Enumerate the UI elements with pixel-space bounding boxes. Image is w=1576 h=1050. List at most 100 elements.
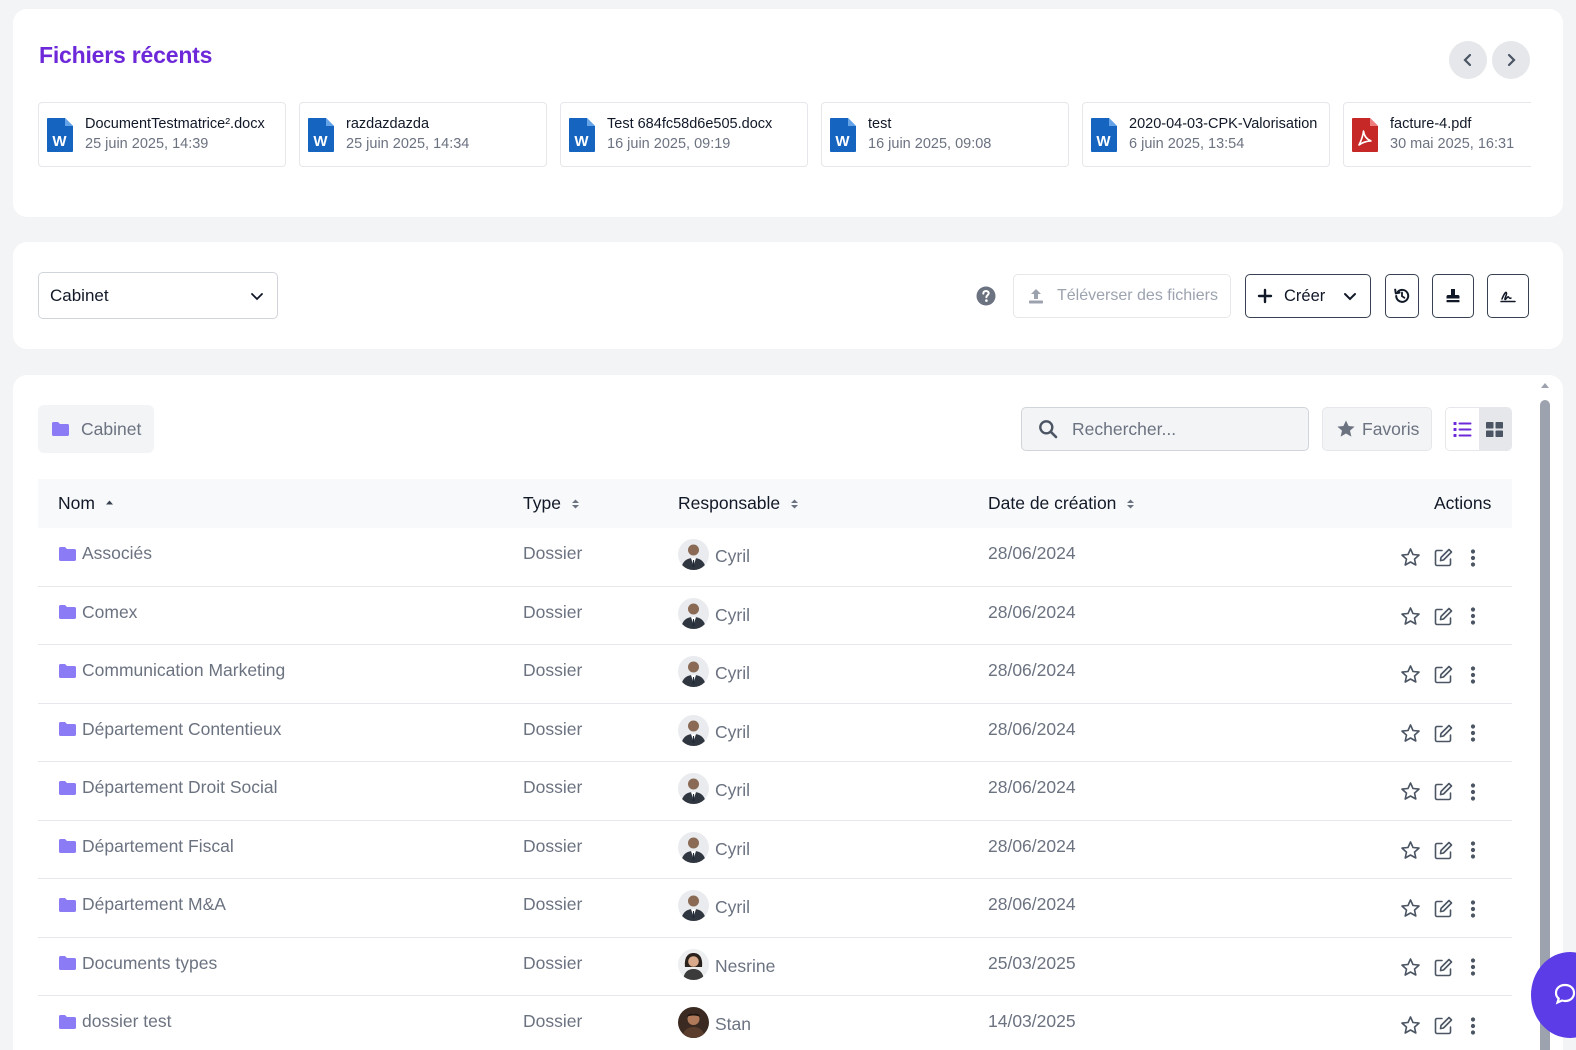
more-options-icon[interactable]: [1470, 782, 1476, 802]
upload-icon: [1029, 289, 1043, 304]
row-actions: [1400, 898, 1488, 919]
recent-file-card[interactable]: W DocumentTestmatrice².docx 25 juin 2025, …: [38, 102, 286, 167]
row-name-cell[interactable]: dossier test: [58, 1011, 171, 1032]
avatar: [678, 539, 709, 570]
edit-icon[interactable]: [1433, 606, 1454, 627]
column-header-owner[interactable]: Responsable: [678, 493, 799, 514]
scroll-up-arrow-icon[interactable]: [1540, 380, 1550, 390]
recent-file-info: DocumentTestmatrice².docx 25 juin 2025, 1…: [85, 115, 275, 154]
more-options-icon[interactable]: [1470, 723, 1476, 743]
recent-file-name: DocumentTestmatrice².docx: [85, 116, 265, 132]
recent-file-info: 2020-04-03-CPK-Valorisation 6 juin 2025, …: [1129, 115, 1319, 154]
avatar: [678, 1007, 709, 1038]
table-row[interactable]: Département Fiscal Dossier Cyril 28/06/2024: [38, 821, 1512, 879]
more-options-icon[interactable]: [1470, 840, 1476, 860]
more-options-icon[interactable]: [1470, 1016, 1476, 1036]
more-options-icon[interactable]: [1470, 665, 1476, 685]
upload-files-button[interactable]: Téléverser des fichiers: [1013, 274, 1231, 318]
star-outline-icon[interactable]: [1400, 957, 1421, 978]
documents-toolbar: Cabinet Téléverser des fichiers Créer: [13, 242, 1563, 349]
row-name: Département Contentieux: [82, 718, 282, 739]
grid-view-icon: [1486, 421, 1504, 437]
row-actions: [1400, 840, 1488, 861]
table-row[interactable]: dossier test Dossier Stan 14/03/2025: [38, 996, 1512, 1050]
edit-icon[interactable]: [1433, 781, 1454, 802]
recent-file-card[interactable]: Wtest 16 juin 2025, 09:08: [821, 102, 1069, 167]
edit-icon[interactable]: [1433, 723, 1454, 744]
column-header-type[interactable]: Type: [523, 493, 580, 514]
row-type: Dossier: [523, 952, 583, 973]
svg-text:W: W: [574, 133, 589, 150]
recent-file-card[interactable]: facture-4.pdf 30 mai 2025, 16:31: [1343, 102, 1531, 167]
row-name-cell[interactable]: Communication Marketing: [58, 660, 285, 681]
row-type: Dossier: [523, 601, 583, 622]
star-outline-icon[interactable]: [1400, 547, 1421, 568]
create-button[interactable]: Créer: [1245, 274, 1371, 318]
star-outline-icon[interactable]: [1400, 606, 1421, 627]
row-owner: Stan: [715, 1014, 751, 1034]
folder-icon: [59, 663, 76, 678]
table-row[interactable]: Département Contentieux Dossier Cyril 28/06…: [38, 704, 1512, 762]
star-outline-icon[interactable]: [1400, 898, 1421, 919]
row-name-cell[interactable]: Documents types: [58, 953, 217, 974]
edit-icon[interactable]: [1433, 664, 1454, 685]
search-box[interactable]: [1021, 407, 1309, 451]
edit-icon[interactable]: [1433, 547, 1454, 568]
table-row[interactable]: Communication Marketing Dossier Cyril 28/06…: [38, 645, 1512, 704]
row-name-cell[interactable]: Département Droit Social: [58, 777, 278, 798]
row-owner-cell: Cyril: [678, 773, 750, 804]
more-options-icon[interactable]: [1470, 899, 1476, 919]
column-header-created[interactable]: Date de création: [988, 493, 1135, 514]
recent-file-card[interactable]: W Test 684fc58d6e505.docx 16 juin 2025, 09…: [560, 102, 808, 167]
help-icon[interactable]: [976, 286, 996, 306]
row-name-cell[interactable]: Département M&A: [58, 894, 226, 915]
folder-icon: [52, 422, 69, 436]
signature-button[interactable]: [1487, 274, 1529, 318]
upload-files-label: Téléverser des fichiers: [1057, 287, 1218, 304]
favorites-button[interactable]: Favoris: [1322, 407, 1432, 451]
list-view-button[interactable]: [1446, 408, 1479, 450]
row-created: 25/03/2025: [988, 952, 1076, 973]
star-outline-icon[interactable]: [1400, 664, 1421, 685]
more-options-icon[interactable]: [1470, 548, 1476, 568]
table-row[interactable]: Associés Dossier Cyril 28/06/2024: [38, 528, 1512, 587]
table-row[interactable]: Comex Dossier Cyril 28/06/2024: [38, 587, 1512, 645]
recent-next-button[interactable]: [1492, 41, 1530, 79]
row-name-cell[interactable]: Comex: [58, 602, 137, 623]
row-name-cell[interactable]: Associés: [58, 543, 152, 564]
sort-icon: [791, 499, 799, 508]
space-select[interactable]: Cabinet: [38, 272, 278, 319]
search-input[interactable]: [1072, 418, 1292, 440]
row-actions: [1400, 781, 1488, 802]
column-header-name[interactable]: Nom: [58, 493, 114, 514]
recent-prev-button[interactable]: [1449, 41, 1487, 79]
svg-text:W: W: [835, 133, 850, 150]
more-options-icon[interactable]: [1470, 957, 1476, 977]
table-row[interactable]: Département M&A Dossier Cyril 28/06/2024: [38, 879, 1512, 938]
edit-icon[interactable]: [1433, 840, 1454, 861]
chevron-down-icon: [251, 293, 263, 301]
edit-icon[interactable]: [1433, 898, 1454, 919]
scrollbar-thumb[interactable]: [1540, 400, 1550, 1050]
table-row[interactable]: Documents types Dossier Nesrine 25/03/2025: [38, 938, 1512, 996]
row-name-cell[interactable]: Département Contentieux: [58, 719, 281, 740]
breadcrumb[interactable]: Cabinet: [38, 405, 154, 453]
recent-file-card[interactable]: W 2020-04-03-CPK-Valorisation 6 juin 2025,…: [1082, 102, 1330, 167]
recent-file-card[interactable]: Wrazdazdazda 25 juin 2025, 14:34: [299, 102, 547, 167]
word-file-icon: W: [569, 117, 595, 152]
table-row[interactable]: Département Droit Social Dossier Cyril 28/0…: [38, 762, 1512, 821]
star-outline-icon[interactable]: [1400, 781, 1421, 802]
history-button[interactable]: [1385, 274, 1419, 318]
star-outline-icon[interactable]: [1400, 723, 1421, 744]
more-options-icon[interactable]: [1470, 606, 1476, 626]
avatar: [678, 714, 709, 746]
row-name-cell[interactable]: Département Fiscal: [58, 836, 234, 857]
edit-icon[interactable]: [1433, 1015, 1454, 1036]
star-outline-icon[interactable]: [1400, 840, 1421, 861]
grid-view-button[interactable]: [1478, 408, 1511, 450]
edit-icon[interactable]: [1433, 957, 1454, 978]
star-outline-icon[interactable]: [1400, 1015, 1421, 1036]
vertical-scrollbar[interactable]: [1540, 380, 1550, 1050]
row-owner-cell: Cyril: [678, 597, 750, 629]
stamp-button[interactable]: [1432, 274, 1474, 318]
